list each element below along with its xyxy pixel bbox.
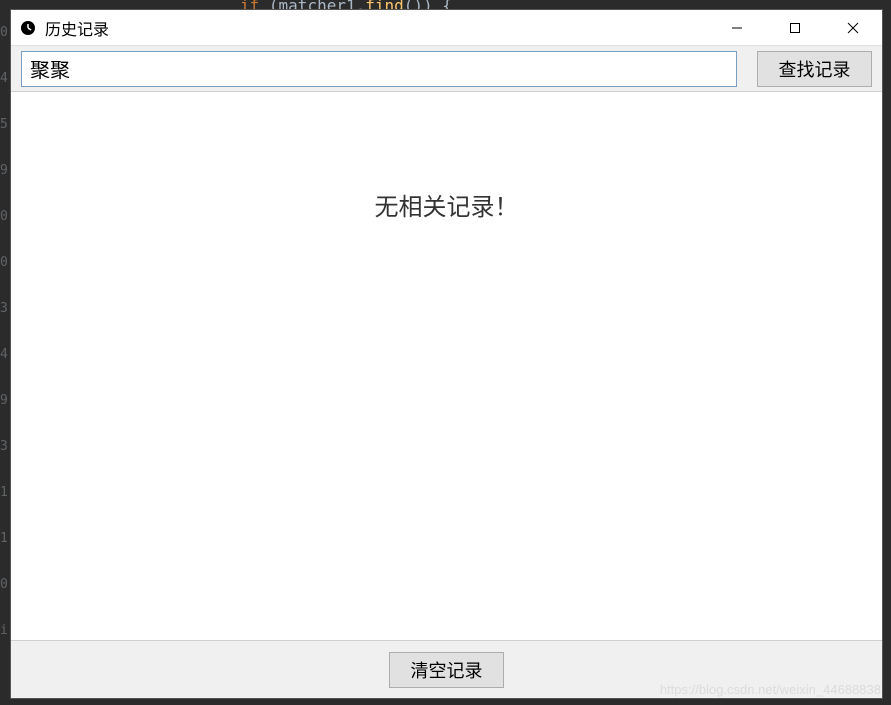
results-area: 无相关记录！ (11, 92, 882, 640)
maximize-button[interactable] (766, 10, 824, 45)
search-input[interactable] (21, 51, 737, 87)
line-numbers: 0459003493110i (0, 10, 8, 654)
titlebar: 历史记录 (11, 10, 882, 46)
bottom-bar: 清空记录 (11, 640, 882, 698)
dialog-title: 历史记录 (45, 16, 708, 40)
empty-message: 无相关记录！ (375, 187, 519, 640)
close-button[interactable] (824, 10, 882, 45)
search-button[interactable]: 查找记录 (757, 51, 872, 87)
window-controls (708, 10, 882, 45)
history-dialog: 历史记录 查找记录 无相关记录！ (10, 9, 883, 699)
search-bar: 查找记录 (11, 46, 882, 92)
clear-records-button[interactable]: 清空记录 (389, 652, 504, 688)
minimize-button[interactable] (708, 10, 766, 45)
clock-icon (19, 19, 37, 37)
